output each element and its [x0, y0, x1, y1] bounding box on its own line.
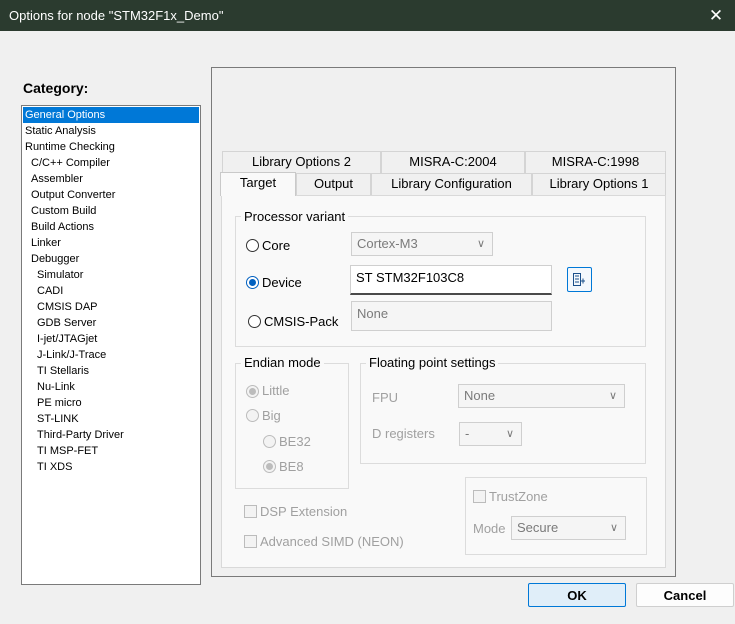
be32-radio[interactable] — [263, 435, 276, 448]
dsp-extension-label: DSP Extension — [260, 504, 348, 519]
tree-item-build-actions[interactable]: Build Actions — [23, 219, 199, 235]
tree-item-cmsis-dap[interactable]: CMSIS DAP — [23, 299, 199, 315]
device-label: Device — [262, 275, 302, 290]
tree-item-debugger[interactable]: Debugger — [23, 251, 199, 267]
fpu-select-value: None — [464, 388, 496, 403]
d-registers-select[interactable]: - ∨ — [459, 422, 522, 446]
core-label: Core — [262, 238, 291, 253]
mode-label: Mode — [473, 521, 506, 536]
tab-library-configuration[interactable]: Library Configuration — [371, 173, 532, 195]
tree-item-j-link-j-trace[interactable]: J-Link/J-Trace — [23, 347, 199, 363]
category-label: Category: — [23, 80, 89, 96]
cmsis-pack-radio[interactable] — [248, 315, 261, 328]
device-picker-icon — [573, 273, 585, 286]
ok-button[interactable]: OK — [528, 583, 626, 607]
tree-item-c-c-compiler[interactable]: C/C++ Compiler — [23, 155, 199, 171]
chevron-down-icon: ∨ — [476, 238, 485, 250]
fpu-select[interactable]: None ∨ — [458, 384, 625, 408]
device-field-value: ST STM32F103C8 — [356, 270, 465, 285]
title-bar: Options for node "STM32F1x_Demo" ✕ — [0, 0, 735, 31]
tree-item-assembler[interactable]: Assembler — [23, 171, 199, 187]
tab-misra-c-1998[interactable]: MISRA-C:1998 — [525, 151, 666, 173]
tree-item-general-options[interactable]: General Options — [23, 107, 199, 123]
device-radio[interactable] — [246, 276, 259, 289]
core-radio[interactable] — [246, 239, 259, 252]
endian-mode-title: Endian mode — [241, 355, 324, 370]
cmsis-pack-value: None — [357, 306, 389, 321]
advanced-simd-label: Advanced SIMD (NEON) — [260, 534, 404, 549]
cmsis-pack-field[interactable]: None — [351, 301, 552, 331]
tree-item-linker[interactable]: Linker — [23, 235, 199, 251]
tree-item-cadi[interactable]: CADI — [23, 283, 199, 299]
be8-label: BE8 — [279, 459, 304, 474]
be8-radio[interactable] — [263, 460, 276, 473]
device-field[interactable]: ST STM32F103C8 — [350, 265, 552, 295]
tab-output[interactable]: Output — [296, 173, 371, 195]
tab-misra-c-2004[interactable]: MISRA-C:2004 — [381, 151, 525, 173]
tree-item-gdb-server[interactable]: GDB Server — [23, 315, 199, 331]
chevron-down-icon: ∨ — [609, 522, 618, 534]
big-radio[interactable] — [246, 409, 259, 422]
tree-item-i-jet-jtagjet[interactable]: I-jet/JTAGjet — [23, 331, 199, 347]
dsp-extension-checkbox[interactable] — [244, 505, 257, 518]
trustzone-label: TrustZone — [489, 489, 548, 504]
processor-variant-title: Processor variant — [241, 209, 349, 224]
tab-library-options-2[interactable]: Library Options 2 — [222, 151, 381, 173]
floating-point-title: Floating point settings — [366, 355, 499, 370]
mode-select-value: Secure — [517, 520, 559, 535]
device-picker-button[interactable] — [567, 267, 592, 292]
chevron-down-icon: ∨ — [608, 390, 617, 402]
window-title: Options for node "STM32F1x_Demo" — [9, 8, 224, 23]
tab-library-options-1[interactable]: Library Options 1 — [532, 173, 666, 195]
tree-item-st-link[interactable]: ST-LINK — [23, 411, 199, 427]
d-registers-label: D registers — [372, 426, 435, 441]
core-select[interactable]: Cortex-M3 ∨ — [351, 232, 493, 256]
tree-item-runtime-checking[interactable]: Runtime Checking — [23, 139, 199, 155]
tree-item-pe-micro[interactable]: PE micro — [23, 395, 199, 411]
tree-item-custom-build[interactable]: Custom Build — [23, 203, 199, 219]
little-radio[interactable] — [246, 385, 259, 398]
advanced-simd-checkbox[interactable] — [244, 535, 257, 548]
tree-item-ti-stellaris[interactable]: TI Stellaris — [23, 363, 199, 379]
floating-point-group — [360, 363, 646, 464]
big-label: Big — [262, 408, 281, 423]
cmsis-pack-label: CMSIS-Pack — [264, 314, 339, 329]
chevron-down-icon: ∨ — [505, 428, 514, 440]
core-select-value: Cortex-M3 — [357, 236, 418, 251]
tree-item-ti-msp-fet[interactable]: TI MSP-FET — [23, 443, 199, 459]
d-registers-value: - — [465, 426, 470, 441]
tree-item-output-converter[interactable]: Output Converter — [23, 187, 199, 203]
close-icon[interactable]: ✕ — [705, 5, 727, 27]
little-label: Little — [262, 383, 290, 398]
trustzone-checkbox[interactable] — [473, 490, 486, 503]
tree-item-static-analysis[interactable]: Static Analysis — [23, 123, 199, 139]
tree-item-ti-xds[interactable]: TI XDS — [23, 459, 199, 475]
category-tree[interactable]: General Options Static Analysis Runtime Ch… — [21, 105, 201, 585]
cancel-button[interactable]: Cancel — [636, 583, 734, 607]
tree-item-nu-link[interactable]: Nu-Link — [23, 379, 199, 395]
tree-item-third-party-driver[interactable]: Third-Party Driver — [23, 427, 199, 443]
be32-label: BE32 — [279, 434, 311, 449]
tree-item-simulator[interactable]: Simulator — [23, 267, 199, 283]
mode-select[interactable]: Secure ∨ — [511, 516, 626, 540]
tab-target[interactable]: Target — [220, 172, 296, 196]
fpu-label: FPU — [372, 390, 398, 405]
